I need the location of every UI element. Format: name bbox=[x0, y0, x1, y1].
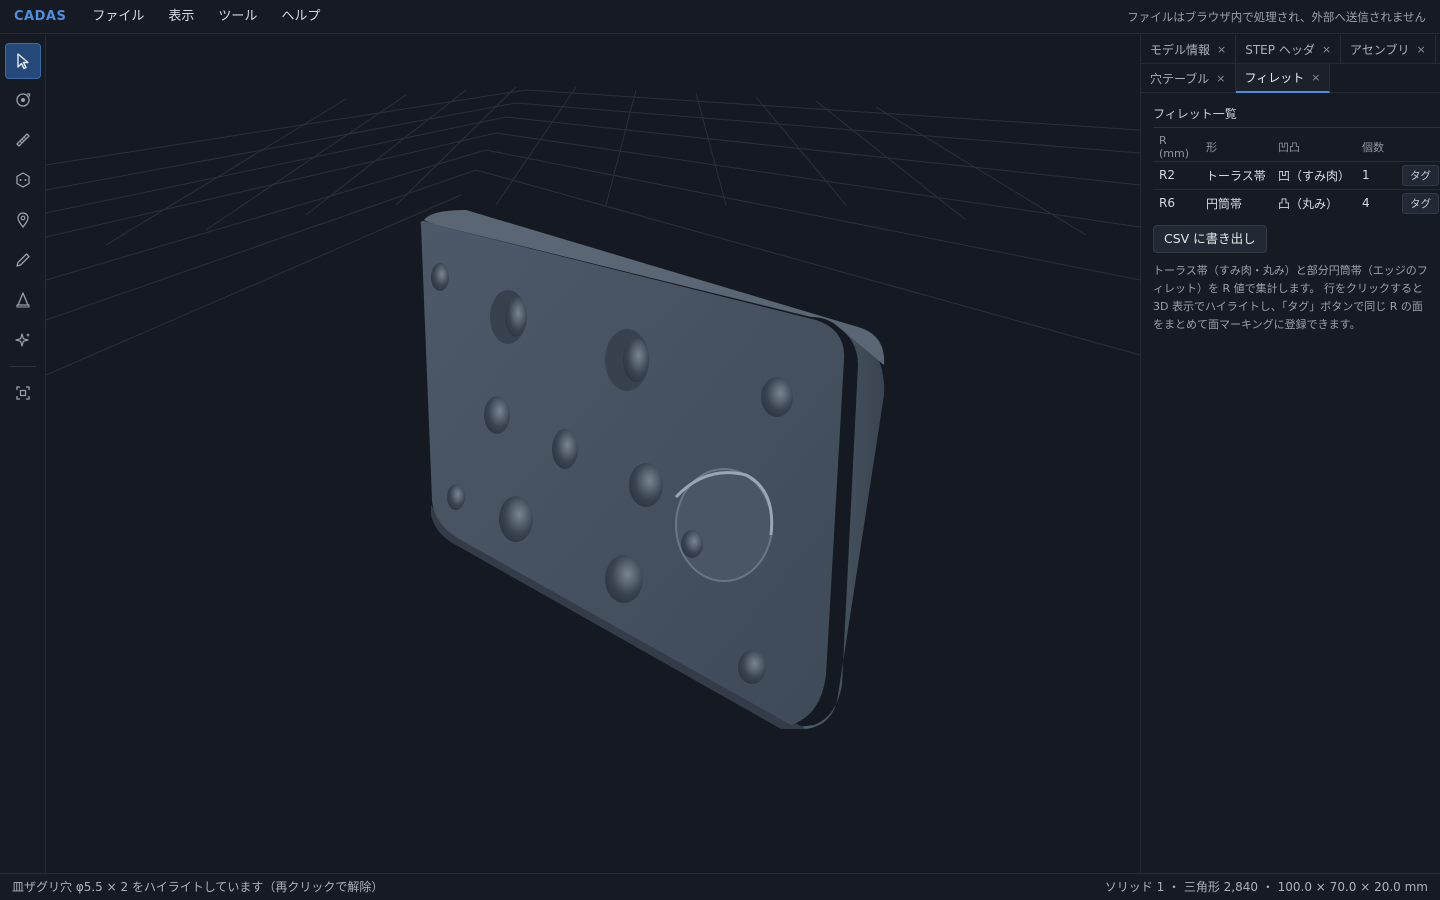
menu-bar: CADAS ファイル 表示 ツール ヘルプ ファイルはブラウザ内で処理され、外部… bbox=[0, 0, 1440, 34]
tab-label: モデル情報 bbox=[1150, 43, 1211, 57]
cell-shape: 円筒帯 bbox=[1200, 188, 1272, 217]
col-shape: 形 bbox=[1206, 140, 1217, 154]
col-action bbox=[1396, 133, 1440, 161]
tab-model-info[interactable]: モデル情報 × bbox=[1141, 35, 1237, 64]
table-header: R (mm) 形 凹凸 個数 bbox=[1153, 133, 1440, 161]
status-message: 皿ザグリ穴 φ5.5 × 2 をハイライトしています（再クリックで解除） bbox=[12, 880, 384, 894]
cursor-icon bbox=[17, 53, 29, 70]
col-convexity: 凹凸 bbox=[1278, 140, 1300, 154]
cone-icon bbox=[16, 292, 30, 308]
measure-tool-button[interactable] bbox=[5, 122, 41, 158]
col-radius: R (mm) bbox=[1159, 133, 1190, 160]
cell-shape: トーラス帯 bbox=[1200, 160, 1272, 189]
status-bar: 皿ザグリ穴 φ5.5 × 2 をハイライトしています（再クリックで解除） ソリッ… bbox=[0, 873, 1440, 900]
ruler-icon bbox=[16, 133, 30, 147]
tab-label: アセンブリ bbox=[1350, 43, 1410, 57]
cell-radius: R6 bbox=[1153, 188, 1200, 217]
panel-tabs-row-1: モデル情報 × STEP ヘッダ × アセンブリ × bbox=[1141, 35, 1440, 64]
csv-export-button[interactable]: CSV に書き出し bbox=[1153, 225, 1267, 253]
tab-label: 穴テーブル bbox=[1150, 72, 1210, 86]
tab-label: STEP ヘッダ bbox=[1245, 43, 1315, 57]
pen-icon bbox=[16, 253, 30, 267]
sparkle-tool-button[interactable] bbox=[5, 322, 41, 358]
status-model-info: ソリッド 1 ・ 三角形 2,840 ・ 100.0 × 70.0 × 20.0… bbox=[1104, 880, 1428, 894]
face-tool-button[interactable] bbox=[5, 162, 41, 198]
sparkle-icon bbox=[15, 333, 30, 347]
marker-tool-button[interactable] bbox=[5, 202, 41, 238]
toolbar-divider bbox=[10, 366, 36, 367]
menu-view[interactable]: 表示 bbox=[156, 0, 206, 34]
col-count: 個数 bbox=[1362, 140, 1384, 154]
close-icon[interactable]: × bbox=[1216, 72, 1225, 85]
menu-file[interactable]: ファイル bbox=[80, 0, 156, 34]
3d-viewport[interactable] bbox=[46, 35, 1140, 873]
cell-radius: R2 bbox=[1153, 160, 1200, 189]
right-panel: モデル情報 × STEP ヘッダ × アセンブリ × 穴テーブル × フィレット × フィ… bbox=[1140, 35, 1440, 873]
table-row[interactable]: R6 円筒帯 凸（丸み） 4 タグ bbox=[1153, 188, 1440, 217]
menu-help[interactable]: ヘルプ bbox=[269, 0, 332, 34]
panel-tabs-row-2: 穴テーブル × フィレット × bbox=[1141, 64, 1440, 93]
tab-step-header[interactable]: STEP ヘッダ × bbox=[1236, 35, 1342, 64]
tab-label: フィレット bbox=[1244, 71, 1305, 85]
close-icon[interactable]: × bbox=[1217, 43, 1226, 56]
fit-view-icon bbox=[16, 386, 30, 400]
orbit-icon bbox=[16, 93, 31, 107]
face-icon bbox=[16, 172, 30, 188]
tab-hole-table[interactable]: 穴テーブル × bbox=[1141, 64, 1236, 93]
left-toolbar bbox=[0, 35, 46, 873]
cell-convexity: 凸（丸み） bbox=[1272, 188, 1356, 217]
close-icon[interactable]: × bbox=[1416, 43, 1425, 56]
app-brand: CADAS bbox=[14, 9, 67, 24]
close-icon[interactable]: × bbox=[1322, 43, 1331, 56]
cell-count: 4 bbox=[1356, 188, 1396, 217]
tag-button[interactable]: タグ bbox=[1402, 192, 1439, 214]
cell-action: タグ bbox=[1396, 188, 1440, 217]
table-row[interactable]: R2 トーラス帯 凹（すみ肉） 1 タグ bbox=[1153, 160, 1440, 189]
fillet-list-title: フィレット一覧 bbox=[1153, 107, 1237, 121]
viewport-canvas[interactable] bbox=[46, 35, 1140, 873]
orbit-tool-button[interactable] bbox=[5, 82, 41, 118]
pin-icon bbox=[17, 212, 29, 229]
close-icon[interactable]: × bbox=[1311, 71, 1320, 84]
cone-tool-button[interactable] bbox=[5, 282, 41, 318]
select-tool-button[interactable] bbox=[5, 43, 41, 79]
privacy-note: ファイルはブラウザ内で処理され、外部へ送信されません bbox=[1127, 10, 1426, 24]
pen-tool-button[interactable] bbox=[5, 242, 41, 278]
cell-convexity: 凹（すみ肉） bbox=[1272, 160, 1356, 189]
help-text: トーラス帯（すみ肉・丸み）と部分円筒帯（エッジのフィレット）を R 値で集計しま… bbox=[1153, 264, 1428, 331]
cell-action: タグ bbox=[1396, 160, 1440, 189]
tab-fillet[interactable]: フィレット × bbox=[1235, 64, 1331, 93]
fit-view-tool-button[interactable] bbox=[5, 375, 41, 411]
menu-tools[interactable]: ツール bbox=[206, 0, 269, 34]
section-divider bbox=[1153, 127, 1440, 128]
tag-button[interactable]: タグ bbox=[1402, 164, 1439, 186]
cell-count: 1 bbox=[1356, 160, 1396, 189]
fillet-table: R (mm) 形 凹凸 個数 R2 トーラス帯 凹（すみ肉） 1 タグ R6 円… bbox=[1153, 133, 1440, 217]
tab-assembly[interactable]: アセンブリ × bbox=[1341, 35, 1436, 64]
